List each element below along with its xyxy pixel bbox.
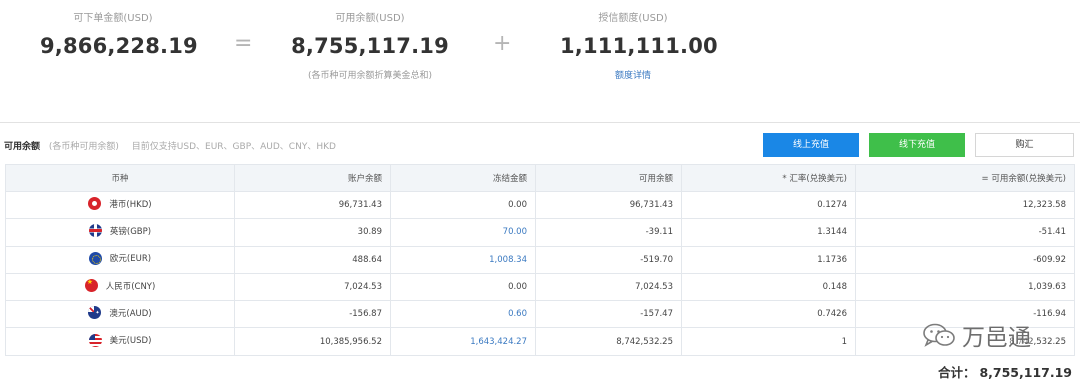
available-balance-label: 可用余额(USD)	[335, 13, 405, 24]
currency-name: 人民币(CNY)	[105, 281, 156, 292]
section-divider	[0, 122, 1080, 123]
table-row: 澳元(AUD) -156.87 0.60 -157.47 0.7426 -116…	[5, 300, 1075, 329]
eu-flag-icon	[88, 251, 102, 265]
header-available-balance: 可用余额	[535, 164, 682, 192]
available-usd: -609.92	[855, 245, 1075, 274]
table-row: 欧元(EUR) 488.64 1,008.34 -519.70 1.1736 -…	[5, 245, 1075, 274]
currency-balance-table: 币种 账户余额 冻结金额 可用余额 * 汇率(兑换美元) = 可用余额(兑换美元…	[5, 164, 1075, 356]
table-row: 英镑(GBP) 30.89 70.00 -39.11 1.3144 -51.41	[5, 218, 1075, 247]
table-header-row: 币种 账户余额 冻结金额 可用余额 * 汇率(兑换美元) = 可用余额(兑换美元…	[5, 164, 1075, 192]
available-balance-block: 可用余额(USD) 8,755,117.19 (各币种可用余额折算美金总和)	[284, 9, 456, 81]
hong-kong-flag-icon	[88, 197, 102, 211]
currency-cell: 港币(HKD)	[5, 190, 235, 220]
exchange-rate: 0.7426	[681, 300, 856, 329]
currency-name: 英镑(GBP)	[109, 226, 152, 237]
uk-flag-icon	[88, 224, 102, 238]
available-balance: 8,742,532.25	[535, 327, 682, 356]
currency-name: 欧元(EUR)	[109, 254, 152, 265]
credit-limit-block: 授信额度(USD) 1,111,111.00 额度详情	[560, 9, 718, 81]
available-usd: 1,039.63	[855, 272, 1075, 302]
header-account-balance: 账户余额	[234, 164, 391, 192]
currency-cell: 欧元(EUR)	[5, 245, 235, 274]
currency-cell: 澳元(AUD)	[5, 300, 235, 329]
table-row: 人民币(CNY) 7,024.53 0.00 7,024.53 0.148 1,…	[5, 272, 1075, 302]
available-balance: -157.47	[535, 300, 682, 329]
currency-cell: 美元(USD)	[5, 327, 235, 356]
account-balance: 488.64	[234, 245, 391, 274]
header-frozen-amount: 冻结金额	[390, 164, 536, 192]
credit-limit-label: 授信额度(USD)	[598, 13, 668, 24]
header-currency: 币种	[5, 164, 235, 192]
supported-currencies-note: 目前仅支持USD、EUR、GBP、AUD、CNY、HKD	[131, 142, 336, 152]
currency-name: 澳元(AUD)	[109, 308, 152, 319]
currency-cell: 人民币(CNY)	[5, 272, 235, 302]
online-topup-button[interactable]: 线上充值	[763, 133, 859, 157]
header-available-usd: = 可用余额(兑换美元)	[855, 164, 1075, 192]
orderable-amount-label: 可下单金额(USD)	[73, 13, 153, 24]
exchange-rate: 1.1736	[681, 245, 856, 274]
available-balance: 7,024.53	[535, 272, 682, 302]
us-flag-icon	[88, 333, 102, 347]
header-exchange-rate: * 汇率(兑换美元)	[681, 164, 856, 192]
buy-currency-button[interactable]: 购汇	[975, 133, 1074, 157]
balance-summary: 可下单金额(USD) 9,866,228.19 = 可用余额(USD) 8,75…	[0, 0, 1080, 122]
currency-name: 港币(HKD)	[109, 199, 152, 210]
frozen-amount: 0.00	[390, 190, 536, 220]
available-balance-section-title: 可用余额 (各币种可用余额) 目前仅支持USD、EUR、GBP、AUD、CNY、…	[4, 139, 336, 152]
total-value: 8,755,117.19	[979, 365, 1072, 380]
account-balance: 30.89	[234, 218, 391, 247]
exchange-rate: 0.148	[681, 272, 856, 302]
plus-sign: +	[493, 31, 512, 56]
currency-name: 美元(USD)	[109, 336, 152, 347]
available-balance-value: 8,755,117.19	[291, 34, 449, 58]
table-row: 港币(HKD) 96,731.43 0.00 96,731.43 0.1274 …	[5, 190, 1075, 220]
account-balance: 10,385,956.52	[234, 327, 391, 356]
exchange-rate: 0.1274	[681, 190, 856, 220]
orderable-amount-value: 9,866,228.19	[40, 34, 198, 58]
currency-cell: 英镑(GBP)	[5, 218, 235, 247]
frozen-amount-link[interactable]: 70.00	[390, 218, 536, 247]
frozen-amount-link[interactable]: 1,008.34	[390, 245, 536, 274]
watermark: 万邑通	[922, 318, 1031, 352]
available-balance: 96,731.43	[535, 190, 682, 220]
watermark-text: 万邑通	[962, 325, 1031, 351]
credit-details-link[interactable]: 额度详情	[560, 68, 706, 81]
section-title: 可用余额	[4, 142, 41, 152]
account-balance: 7,024.53	[234, 272, 391, 302]
exchange-rate: 1.3144	[681, 218, 856, 247]
offline-topup-button[interactable]: 线下充值	[869, 133, 965, 157]
available-balance-note: (各币种可用余额折算美金总和)	[307, 71, 433, 81]
available-balance: -39.11	[535, 218, 682, 247]
account-balance: -156.87	[234, 300, 391, 329]
available-usd: 12,323.58	[855, 190, 1075, 220]
frozen-amount-link[interactable]: 1,643,424.27	[390, 327, 536, 356]
exchange-rate: 1	[681, 327, 856, 356]
frozen-amount-link[interactable]: 0.60	[390, 300, 536, 329]
wechat-icon	[923, 323, 955, 347]
available-usd: -51.41	[855, 218, 1075, 247]
table-row: 美元(USD) 10,385,956.52 1,643,424.27 8,742…	[5, 327, 1075, 356]
account-balance: 96,731.43	[234, 190, 391, 220]
section-note: (各币种可用余额)	[48, 142, 119, 152]
credit-limit-value: 1,111,111.00	[560, 34, 718, 58]
total-label: 合计：	[937, 365, 976, 380]
grand-total: 合计： 8,755,117.19	[938, 362, 1072, 381]
australia-flag-icon	[88, 306, 102, 320]
china-flag-icon	[84, 279, 98, 293]
equals-sign: =	[234, 31, 253, 56]
frozen-amount: 0.00	[390, 272, 536, 302]
orderable-amount-block: 可下单金额(USD) 9,866,228.19	[40, 9, 198, 58]
available-balance: -519.70	[535, 245, 682, 274]
